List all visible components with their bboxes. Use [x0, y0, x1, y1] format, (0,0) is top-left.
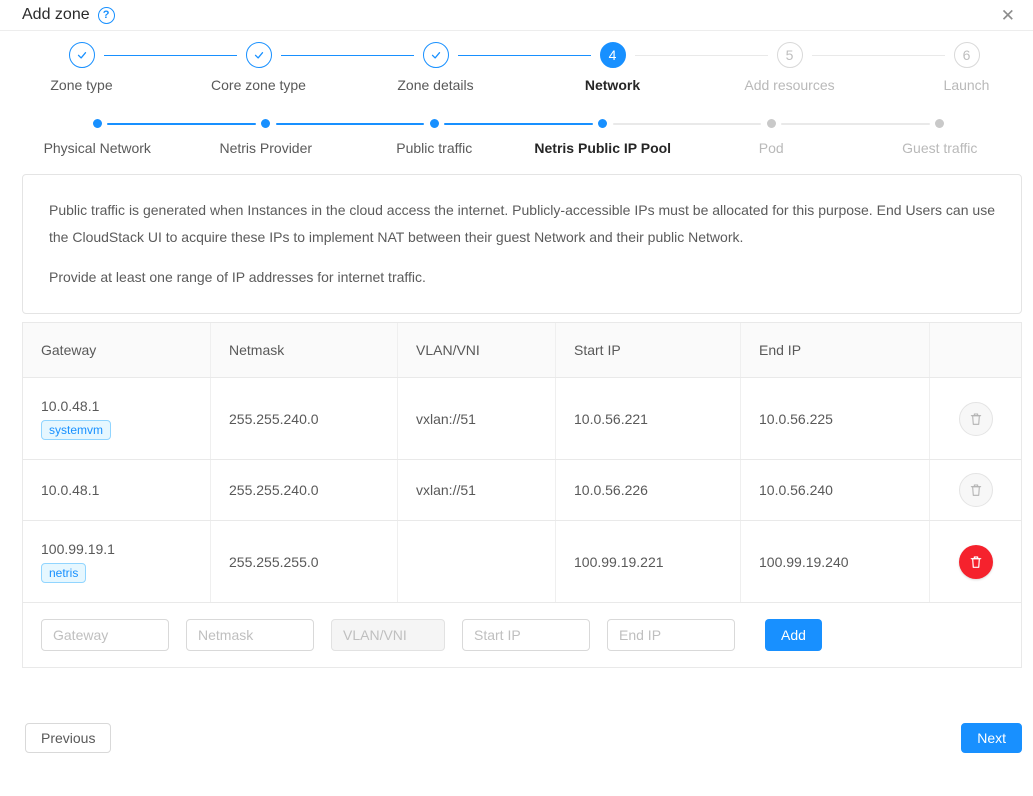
check-circle-icon: [69, 42, 95, 68]
trash-icon-button[interactable]: [959, 545, 993, 579]
network-substepper: Physical Network Netris Provider Public …: [13, 115, 1024, 156]
step-dot-icon: [93, 119, 102, 128]
check-circle-icon: [246, 42, 272, 68]
step-dot-icon: [598, 119, 607, 128]
add-range-form: Add: [23, 602, 1021, 667]
gateway-input[interactable]: [41, 619, 169, 651]
step-zone-details: Zone details: [347, 42, 524, 93]
table-row: 10.0.48.1 systemvm 255.255.240.0 vxlan:/…: [23, 377, 1021, 459]
step-zone-type: Zone type: [0, 42, 170, 93]
column-header-actions: [930, 323, 1021, 377]
substep-public-traffic: Public traffic: [350, 115, 519, 156]
step-dot-icon: [767, 119, 776, 128]
netris-tag: netris: [41, 563, 86, 583]
wizard-stepper: Zone type Core zone type Zone details 4 …: [0, 42, 1033, 93]
trash-icon-button: [959, 402, 993, 436]
step-add-resources: 5 Add resources: [701, 42, 878, 93]
add-zone-modal: Add zone ? ✕ Zone type Core zone type: [0, 0, 1033, 769]
modal-footer: Previous Next: [0, 723, 1033, 769]
column-header-start-ip: Start IP: [556, 323, 741, 377]
column-header-netmask: Netmask: [211, 323, 398, 377]
substep-physical-network: Physical Network: [13, 115, 182, 156]
close-icon[interactable]: ✕: [995, 5, 1021, 26]
start-ip-input[interactable]: [462, 619, 590, 651]
modal-body: Zone type Core zone type Zone details 4 …: [0, 31, 1033, 668]
step-core-zone-type: Core zone type: [170, 42, 347, 93]
ip-range-table: Gateway Netmask VLAN/VNI Start IP End IP…: [22, 322, 1022, 668]
question-circle-icon[interactable]: ?: [98, 7, 115, 24]
table-row: 10.0.48.1 255.255.240.0 vxlan://51 10.0.…: [23, 459, 1021, 520]
step-launch: 6 Launch: [878, 42, 1033, 93]
cell-gateway: 10.0.48.1: [23, 460, 211, 520]
cell-start-ip: 100.99.19.221: [556, 521, 741, 602]
cell-start-ip: 10.0.56.226: [556, 460, 741, 520]
column-header-vlan: VLAN/VNI: [398, 323, 556, 377]
trash-icon-button: [959, 473, 993, 507]
step-number-badge: 4: [600, 42, 626, 68]
modal-header: Add zone ? ✕: [0, 0, 1033, 31]
check-circle-icon: [423, 42, 449, 68]
netmask-input[interactable]: [186, 619, 314, 651]
cell-vlan: vxlan://51: [398, 460, 556, 520]
previous-button[interactable]: Previous: [25, 723, 111, 753]
step-dot-icon: [935, 119, 944, 128]
add-button[interactable]: Add: [765, 619, 822, 651]
cell-actions: [930, 521, 1021, 602]
cell-netmask: 255.255.240.0: [211, 378, 398, 459]
cell-start-ip: 10.0.56.221: [556, 378, 741, 459]
substep-netris-provider: Netris Provider: [182, 115, 351, 156]
table-header-row: Gateway Netmask VLAN/VNI Start IP End IP: [23, 323, 1021, 377]
vlan-input: [331, 619, 445, 651]
step-dot-icon: [430, 119, 439, 128]
info-paragraph: Public traffic is generated when Instanc…: [49, 197, 995, 251]
cell-end-ip: 10.0.56.225: [741, 378, 930, 459]
substep-guest-traffic: Guest traffic: [856, 115, 1025, 156]
table-row: 100.99.19.1 netris 255.255.255.0 100.99.…: [23, 520, 1021, 602]
cell-actions: [930, 460, 1021, 520]
step-dot-icon: [261, 119, 270, 128]
end-ip-input[interactable]: [607, 619, 735, 651]
step-network: 4 Network: [524, 42, 701, 93]
column-header-end-ip: End IP: [741, 323, 930, 377]
cell-vlan: [398, 521, 556, 602]
step-number-badge: 6: [954, 42, 980, 68]
info-paragraph: Provide at least one range of IP address…: [49, 264, 995, 291]
systemvm-tag: systemvm: [41, 420, 111, 440]
cell-end-ip: 10.0.56.240: [741, 460, 930, 520]
step-number-badge: 5: [777, 42, 803, 68]
next-button[interactable]: Next: [961, 723, 1022, 753]
substep-pod: Pod: [687, 115, 856, 156]
cell-netmask: 255.255.240.0: [211, 460, 398, 520]
substep-netris-public-ip-pool: Netris Public IP Pool: [519, 115, 688, 156]
cell-gateway: 10.0.48.1 systemvm: [23, 378, 211, 459]
cell-actions: [930, 378, 1021, 459]
public-traffic-info-box: Public traffic is generated when Instanc…: [22, 174, 1022, 314]
cell-end-ip: 100.99.19.240: [741, 521, 930, 602]
cell-gateway: 100.99.19.1 netris: [23, 521, 211, 602]
cell-netmask: 255.255.255.0: [211, 521, 398, 602]
cell-vlan: vxlan://51: [398, 378, 556, 459]
page-title: Add zone: [22, 6, 90, 24]
column-header-gateway: Gateway: [23, 323, 211, 377]
